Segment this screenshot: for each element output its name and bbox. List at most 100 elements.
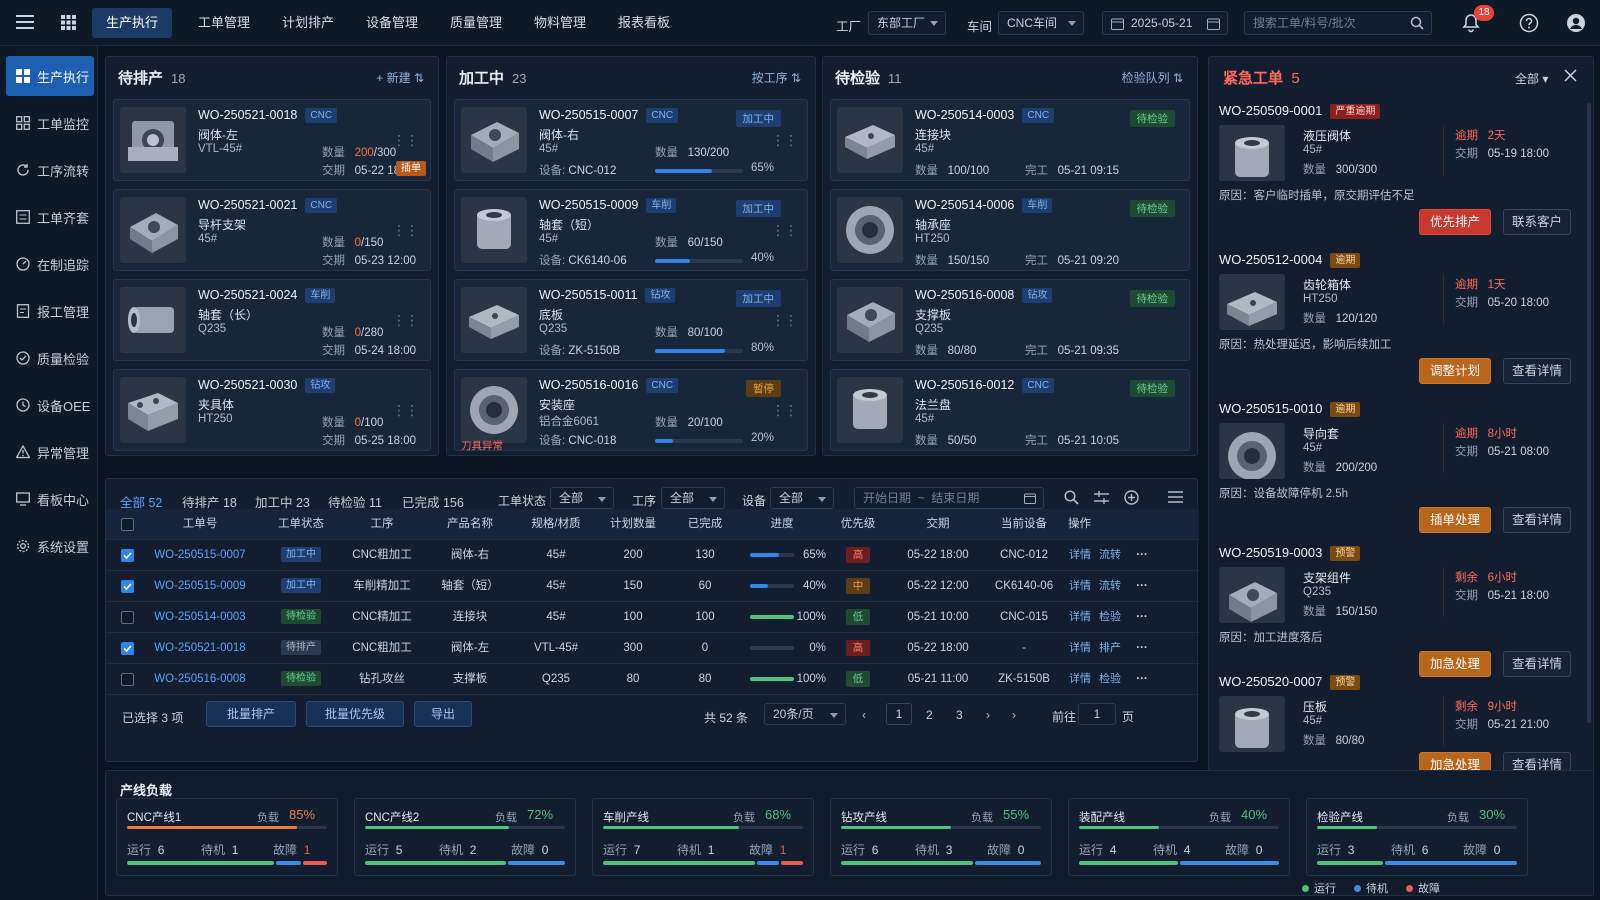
line-card[interactable]: CNC产线2 负载 72% 运行 5 待机 2 故障 0 bbox=[354, 798, 576, 876]
row-checkbox[interactable] bbox=[121, 549, 134, 562]
goto-page-input[interactable]: 1 bbox=[1078, 703, 1116, 725]
secondary-action-button[interactable]: 联系客户 bbox=[1503, 209, 1571, 235]
sidebar-item-kitting[interactable]: 工单齐套 bbox=[6, 197, 94, 237]
drag-handle-icon[interactable]: ⋮⋮ bbox=[771, 132, 798, 149]
row-checkbox[interactable] bbox=[121, 611, 134, 624]
action-link[interactable]: 流转 bbox=[1098, 571, 1122, 602]
detail-link[interactable]: 详情 bbox=[1068, 602, 1092, 633]
primary-action-button[interactable]: 优先排产 bbox=[1419, 209, 1491, 235]
filter-sliders-icon[interactable] bbox=[1094, 490, 1109, 505]
workorder-link[interactable]: WO-250515-0009 bbox=[146, 571, 254, 602]
page-3[interactable]: 3 bbox=[956, 708, 963, 722]
secondary-action-button[interactable]: 查看详情 bbox=[1503, 507, 1571, 533]
help-icon[interactable] bbox=[1519, 13, 1539, 33]
action-link[interactable]: 流转 bbox=[1098, 540, 1122, 571]
workorder-card[interactable]: 刀具异常 WO-250516-0016 CNC 暂停 安装座 铝合金6061 数量… bbox=[454, 369, 808, 452]
chevron-right-icon[interactable]: › bbox=[986, 708, 990, 722]
row-checkbox[interactable] bbox=[121, 673, 134, 686]
menu-icon[interactable] bbox=[16, 14, 34, 30]
export-button[interactable]: 导出 bbox=[414, 701, 472, 727]
search-input[interactable]: 搜索工单/料号/批次 bbox=[1244, 11, 1432, 35]
nav-production[interactable]: 生产执行 bbox=[92, 8, 173, 38]
workorder-card[interactable]: WO-250515-0009 车削 加工中 轴套（短） 45# 数量 60/150… bbox=[454, 189, 808, 271]
sidebar-item-exception[interactable]: 异常管理 bbox=[6, 432, 94, 472]
new-workorder-button[interactable]: + 新建 ⇅ bbox=[376, 69, 424, 86]
workorder-card[interactable]: WO-250514-0003 CNC 待检验 连接块 45# 数量 100/100… bbox=[830, 99, 1190, 181]
sidebar-item-wip[interactable]: 在制追踪 bbox=[6, 244, 94, 284]
batch-schedule-button[interactable]: 批量排产 bbox=[206, 701, 296, 727]
add-circle-icon[interactable] bbox=[1124, 490, 1139, 505]
action-link[interactable]: 检验 bbox=[1098, 602, 1122, 633]
urgent-item[interactable]: WO-250520-0007 预警 压板 45# 数量 80/80 剩余 9小时 … bbox=[1219, 674, 1579, 775]
workorder-link[interactable]: WO-250515-0007 bbox=[146, 540, 254, 571]
sidebar-item-settings[interactable]: 系统设置 bbox=[6, 526, 94, 566]
detail-link[interactable]: 详情 bbox=[1068, 540, 1092, 571]
nav-quality[interactable]: 质量管理 bbox=[436, 8, 516, 38]
workorder-card[interactable]: WO-250521-0030 钻攻 夹具体 HT250 数量 0/100 交期 0… bbox=[113, 369, 431, 451]
more-icon[interactable]: ··· bbox=[1132, 602, 1152, 633]
workorder-card[interactable]: WO-250516-0008 钻攻 待检验 支撑板 Q235 数量 80/80 完… bbox=[830, 279, 1190, 361]
workorder-card[interactable]: WO-250521-0024 车削 轴套（长） Q235 数量 0/280 交期 … bbox=[113, 279, 431, 361]
nav-planning[interactable]: 计划排产 bbox=[268, 8, 348, 38]
workorder-card[interactable]: WO-250515-0007 CNC 加工中 阀体-右 45# 数量 130/20… bbox=[454, 99, 808, 181]
sidebar-item-board[interactable]: 看板中心 bbox=[6, 479, 94, 519]
action-link[interactable]: 检验 bbox=[1098, 664, 1122, 695]
more-icon[interactable]: ··· bbox=[1132, 633, 1152, 664]
search-icon[interactable] bbox=[1064, 490, 1079, 505]
urgent-item[interactable]: WO-250509-0001 严重逾期 液压阀体 45# 数量 300/300 逾… bbox=[1219, 103, 1579, 243]
page-2[interactable]: 2 bbox=[926, 708, 933, 722]
user-avatar-icon[interactable] bbox=[1566, 13, 1586, 33]
workshop-select[interactable]: CNC车间 bbox=[998, 11, 1084, 35]
line-card[interactable]: 装配产线 负载 40% 运行 4 待机 4 故障 0 bbox=[1068, 798, 1290, 876]
workorder-card[interactable]: WO-250514-0006 车削 待检验 轴承座 HT250 数量 150/15… bbox=[830, 189, 1190, 271]
apps-grid-icon[interactable] bbox=[61, 15, 76, 30]
chevron-left-icon[interactable]: ‹ bbox=[862, 708, 866, 722]
urgent-item[interactable]: WO-250515-0010 逾期 导向套 45# 数量 200/200 逾期 8… bbox=[1219, 401, 1579, 541]
page-size-select[interactable]: 20条/页 bbox=[764, 703, 846, 725]
nav-workorders[interactable]: 工单管理 bbox=[184, 8, 264, 38]
date-range-input[interactable]: 开始日期 ~ 结束日期 bbox=[854, 487, 1044, 509]
nav-material[interactable]: 物料管理 bbox=[520, 8, 600, 38]
urgent-filter-select[interactable]: 全部 ▾ bbox=[1515, 70, 1548, 87]
workorder-card[interactable]: WO-250521-0021 CNC 导杆支架 45# 数量 0/150 交期 0… bbox=[113, 189, 431, 271]
workorder-card[interactable]: WO-250515-0011 钻攻 加工中 底板 Q235 数量 80/100 设… bbox=[454, 279, 808, 361]
primary-action-button[interactable]: 调整计划 bbox=[1419, 358, 1491, 384]
table-row[interactable]: WO-250515-0007 加工中 CNC粗加工 阀体-右 45# 200 1… bbox=[106, 540, 1199, 571]
table-row[interactable]: WO-250521-0018 待排产 CNC粗加工 阀体-左 VTL-45# 3… bbox=[106, 633, 1199, 664]
row-checkbox[interactable] bbox=[121, 580, 134, 593]
action-link[interactable]: 排产 bbox=[1098, 633, 1122, 664]
line-card[interactable]: 钻攻产线 负载 55% 运行 6 待机 3 故障 0 bbox=[830, 798, 1052, 876]
detail-link[interactable]: 详情 bbox=[1068, 571, 1092, 602]
row-checkbox[interactable] bbox=[121, 642, 134, 655]
line-card[interactable]: CNC产线1 负载 85% 运行 6 待机 1 故障 1 bbox=[116, 798, 338, 876]
drag-handle-icon[interactable]: ⋮⋮ bbox=[392, 312, 419, 329]
chevron-last-icon[interactable]: › bbox=[1012, 708, 1016, 722]
inspection-queue-button[interactable]: 检验队列 ⇅ bbox=[1122, 69, 1183, 86]
line-card[interactable]: 车削产线 负载 68% 运行 7 待机 1 故障 1 bbox=[592, 798, 814, 876]
urgent-item[interactable]: WO-250512-0004 逾期 齿轮箱体 HT250 数量 120/120 逾… bbox=[1219, 252, 1579, 392]
workorder-link[interactable]: WO-250521-0018 bbox=[146, 633, 254, 664]
sidebar-item-inspection[interactable]: 质量检验 bbox=[6, 338, 94, 378]
device-filter-select[interactable]: 全部 bbox=[770, 487, 834, 509]
detail-link[interactable]: 详情 bbox=[1068, 664, 1092, 695]
drag-handle-icon[interactable]: ⋮⋮ bbox=[771, 402, 798, 419]
table-row[interactable]: WO-250514-0003 待检验 CNC精加工 连接块 45# 100 10… bbox=[106, 602, 1199, 633]
status-filter-select[interactable]: 全部 bbox=[550, 487, 614, 509]
scrollbar[interactable] bbox=[1587, 103, 1591, 723]
select-all-checkbox[interactable] bbox=[121, 518, 134, 531]
urgent-item[interactable]: WO-250519-0003 预警 支架组件 Q235 数量 150/150 剩余… bbox=[1219, 545, 1579, 685]
sort-by-process-button[interactable]: 按工序 ⇅ bbox=[752, 69, 801, 86]
more-icon[interactable]: ··· bbox=[1132, 664, 1152, 695]
workorder-link[interactable]: WO-250516-0008 bbox=[146, 664, 254, 695]
close-icon[interactable] bbox=[1564, 69, 1577, 82]
primary-action-button[interactable]: 插单处理 bbox=[1419, 507, 1491, 533]
sidebar-item-production[interactable]: 生产执行 bbox=[6, 56, 94, 96]
date-picker[interactable]: 2025-05-21 bbox=[1102, 11, 1228, 35]
drag-handle-icon[interactable]: ⋮⋮ bbox=[392, 402, 419, 419]
drag-handle-icon[interactable]: ⋮⋮ bbox=[771, 222, 798, 239]
list-menu-icon[interactable] bbox=[1168, 490, 1183, 504]
secondary-action-button[interactable]: 查看详情 bbox=[1503, 358, 1571, 384]
detail-link[interactable]: 详情 bbox=[1068, 633, 1092, 664]
drag-handle-icon[interactable]: ⋮⋮ bbox=[771, 312, 798, 329]
nav-reports[interactable]: 报表看板 bbox=[604, 8, 684, 38]
